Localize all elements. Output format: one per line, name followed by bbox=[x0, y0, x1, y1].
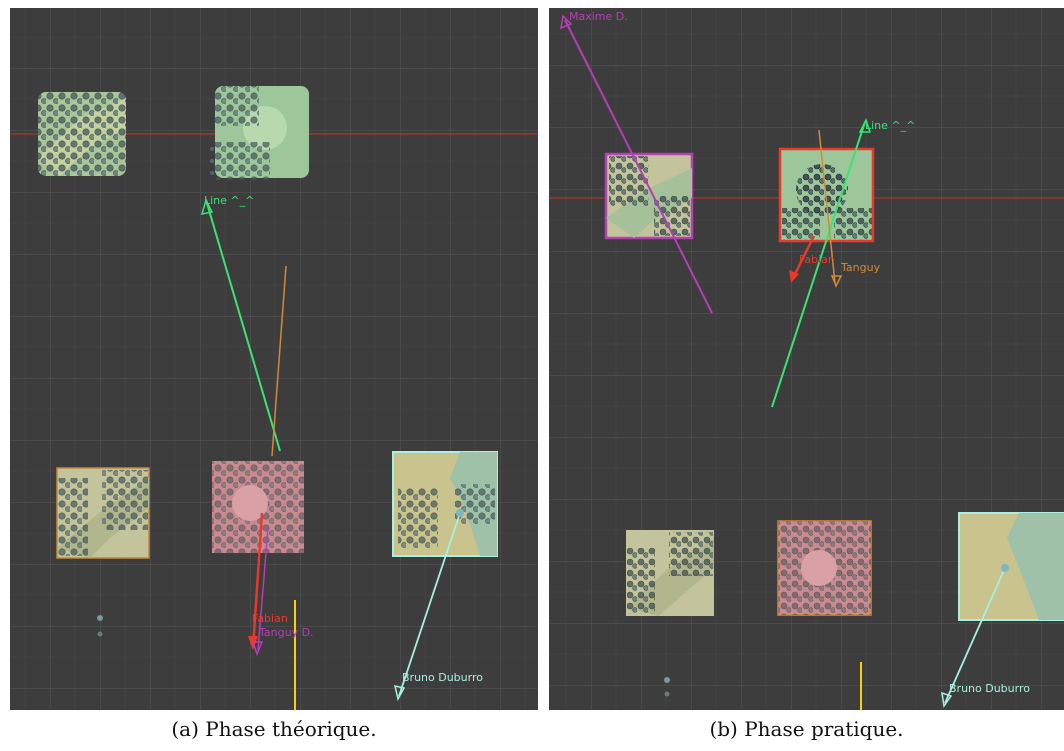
label-tanguy-a: Tanguy D. bbox=[258, 626, 314, 639]
scene-b: Maxime D. Line ^_^ Fabian Tanguy Bruno D… bbox=[549, 8, 1064, 710]
label-tanguy-b: Tanguy bbox=[840, 261, 881, 274]
marker-dot-a2 bbox=[97, 631, 103, 637]
label-line-b: Line ^_^ bbox=[865, 119, 915, 132]
label-bruno-b: Bruno Duburro bbox=[949, 682, 1030, 695]
terrain-tile-a4 bbox=[212, 461, 304, 553]
marker-dot-b1 bbox=[664, 677, 670, 683]
scene-a: Line ^_^ Fabian Tanguy D. Bruno Duburro bbox=[10, 8, 538, 710]
label-fabian-b: Fabian bbox=[799, 253, 835, 266]
caption-theoretical: (a) Phase théorique. bbox=[171, 717, 377, 741]
label-bruno-a: Bruno Duburro bbox=[402, 671, 483, 684]
label-maxime-b: Maxime D. bbox=[569, 10, 628, 23]
terrain-tile-a2 bbox=[210, 86, 309, 180]
terrain-tile-b1 bbox=[604, 152, 694, 240]
panel-theoretical-phase: Line ^_^ Fabian Tanguy D. Bruno Duburro bbox=[10, 8, 538, 710]
terrain-tile-a1 bbox=[38, 92, 126, 176]
terrain-tile-b5 bbox=[958, 512, 1064, 621]
marker-dot-b2 bbox=[664, 691, 670, 697]
panel-practical-phase: Maxime D. Line ^_^ Fabian Tanguy Bruno D… bbox=[549, 8, 1064, 710]
label-fabian-a: Fabian bbox=[252, 612, 288, 625]
label-line-a: Line ^_^ bbox=[204, 194, 254, 207]
caption-practical: (b) Phase pratique. bbox=[709, 717, 904, 741]
marker-dot-a1 bbox=[97, 615, 103, 621]
terrain-tile-a3 bbox=[56, 467, 150, 559]
terrain-tile-a5 bbox=[392, 451, 498, 557]
terrain-tile-b4 bbox=[777, 520, 872, 616]
terrain-tile-b3 bbox=[626, 530, 714, 616]
